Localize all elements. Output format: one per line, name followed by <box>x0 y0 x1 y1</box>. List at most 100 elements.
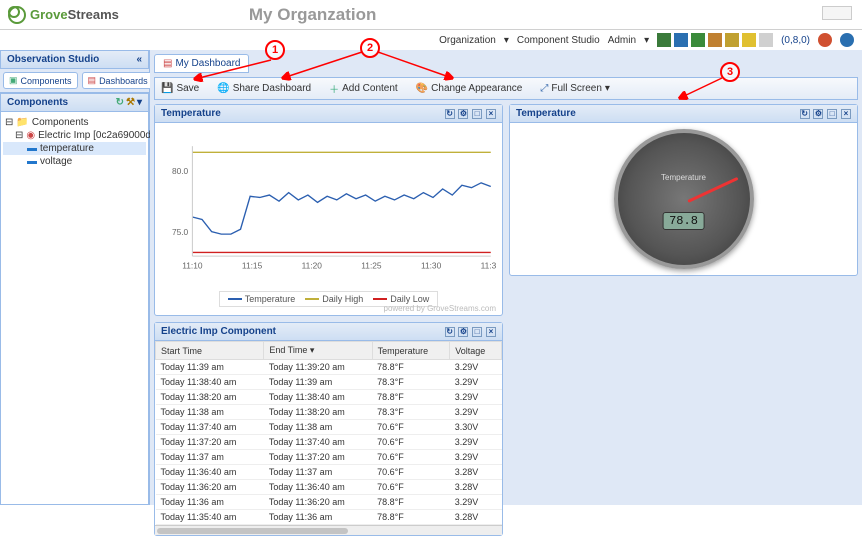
plus-icon: ＋ <box>329 81 339 96</box>
gear-icon[interactable]: ⚙ <box>458 109 468 119</box>
close-icon[interactable]: × <box>841 109 851 119</box>
stream-icon: ▬ <box>27 143 37 154</box>
stream-icon: ▬ <box>27 156 37 167</box>
collapse-icon[interactable]: ▾ <box>137 97 142 108</box>
table-row[interactable]: Today 11:37:40 amToday 11:38 am70.6°F3.3… <box>156 420 502 435</box>
dashboards-icon: ▤ <box>88 75 97 86</box>
menu-admin[interactable]: Admin <box>608 35 636 46</box>
alert-icon[interactable] <box>818 33 832 47</box>
palette-icon: 🎨 <box>416 83 428 94</box>
legend-daily-low: Daily Low <box>390 294 429 304</box>
save-button[interactable]: 💾Save <box>161 81 199 96</box>
folder-icon[interactable] <box>708 33 722 47</box>
share-button[interactable]: 🌐Share Dashboard <box>217 81 311 96</box>
refresh-icon[interactable]: ↻ <box>800 109 810 119</box>
gear-icon[interactable]: ⚙ <box>458 327 468 337</box>
globe-icon: 🌐 <box>217 83 229 94</box>
chevron-down-icon: ▾ <box>605 83 610 94</box>
table-row[interactable]: Today 11:37 amToday 11:37:20 am70.6°F3.2… <box>156 450 502 465</box>
notif-count[interactable]: (0,8,0) <box>781 35 810 46</box>
dashboard-toolbar: 💾Save 🌐Share Dashboard ＋Add Content 🎨Cha… <box>154 77 858 100</box>
table-row[interactable]: Today 11:36:20 amToday 11:36:40 am70.6°F… <box>156 480 502 495</box>
add-content-button[interactable]: ＋Add Content <box>329 81 398 96</box>
menu-organization[interactable]: Organization <box>439 35 496 46</box>
line-chart[interactable]: 75.080.011:1011:1511:2011:2511:3011:35 <box>161 129 496 289</box>
close-icon[interactable]: × <box>486 109 496 119</box>
fullscreen-button[interactable]: ⤢Full Screen▾ <box>540 81 610 96</box>
col-end[interactable]: End Time ▾ <box>264 342 372 360</box>
gear-icon[interactable]: ⚙ <box>813 109 823 119</box>
tree-voltage[interactable]: ▬voltage <box>3 155 146 168</box>
mail-icon[interactable] <box>759 33 773 47</box>
chart-icon[interactable] <box>691 33 705 47</box>
menu-component-studio[interactable]: Component Studio <box>517 35 600 46</box>
col-temp[interactable]: Temperature <box>372 342 450 360</box>
dashboard-tab[interactable]: ▤My Dashboard <box>154 54 249 73</box>
horizontal-scrollbar[interactable] <box>155 525 502 535</box>
tree-device[interactable]: ⊟◉Electric Imp [0c2a69000d34] <box>3 129 146 142</box>
chevron-down-icon: ▾ <box>504 35 509 46</box>
electric-imp-table-widget: Electric Imp Component ↻ ⚙ □ × Start Tim… <box>154 322 503 536</box>
user-dropdown[interactable] <box>822 6 852 20</box>
maximize-icon[interactable]: □ <box>472 109 482 119</box>
refresh-icon[interactable]: ↻ <box>445 109 455 119</box>
table-row[interactable]: Today 11:36:40 amToday 11:37 am70.6°F3.2… <box>156 465 502 480</box>
tools-icon[interactable] <box>725 33 739 47</box>
svg-text:11:25: 11:25 <box>361 261 382 271</box>
svg-text:11:20: 11:20 <box>302 261 323 271</box>
hammer-icon[interactable]: ⚒ <box>126 97 135 108</box>
gauge-widget-title: Temperature <box>516 108 576 119</box>
map-icon[interactable] <box>674 33 688 47</box>
help-icon[interactable] <box>840 33 854 47</box>
disk-icon: 💾 <box>161 83 173 94</box>
table-row[interactable]: Today 11:35:40 amToday 11:36 am78.8°F3.2… <box>156 510 502 525</box>
content-area: ▤My Dashboard 💾Save 🌐Share Dashboard ＋Ad… <box>150 50 862 505</box>
upload-icon[interactable] <box>657 33 671 47</box>
sort-desc-icon: ▾ <box>310 345 315 355</box>
minus-icon: ⊟ <box>15 130 23 141</box>
table-row[interactable]: Today 11:39 amToday 11:39:20 am78.8°F3.2… <box>156 360 502 375</box>
table-row[interactable]: Today 11:38:20 amToday 11:38:40 am78.8°F… <box>156 390 502 405</box>
org-title: My Organzation <box>249 5 377 25</box>
component-tree: ⊟📁Components ⊟◉Electric Imp [0c2a69000d3… <box>0 112 149 505</box>
tree-temperature[interactable]: ▬temperature <box>3 142 146 155</box>
components-icon: ▣ <box>9 75 18 86</box>
tab-components[interactable]: ▣Components <box>3 72 78 89</box>
table-row[interactable]: Today 11:38:40 amToday 11:39 am78.3°F3.2… <box>156 375 502 390</box>
maximize-icon[interactable]: □ <box>472 327 482 337</box>
col-start[interactable]: Start Time <box>156 342 264 360</box>
gauge-value: 78.8 <box>662 212 705 230</box>
obs-studio-title: Observation Studio <box>7 54 99 65</box>
appearance-button[interactable]: 🎨Change Appearance <box>416 81 523 96</box>
bolt-icon[interactable] <box>742 33 756 47</box>
maximize-icon[interactable]: □ <box>827 109 837 119</box>
tab-dashboards[interactable]: ▤Dashboards <box>82 72 154 89</box>
obs-studio-header: Observation Studio « <box>0 50 149 69</box>
table-row[interactable]: Today 11:36 amToday 11:36:20 am78.8°F3.2… <box>156 495 502 510</box>
components-title: Components <box>7 97 68 108</box>
col-volt[interactable]: Voltage <box>450 342 502 360</box>
refresh-icon[interactable]: ↻ <box>116 97 124 108</box>
minus-icon: ⊟ <box>5 117 13 128</box>
app-header: GroveStreams My Organzation <box>0 0 862 30</box>
tree-root[interactable]: ⊟📁Components <box>3 116 146 129</box>
temperature-chart-widget: Temperature ↻ ⚙ □ × 75.080.011:1011:1511… <box>154 104 503 316</box>
table-widget-title: Electric Imp Component <box>161 326 276 337</box>
components-header: Components ↻ ⚒ ▾ <box>0 93 149 112</box>
legend-temperature: Temperature <box>245 294 296 304</box>
svg-text:11:35: 11:35 <box>481 261 496 271</box>
collapse-icon[interactable]: « <box>136 54 142 65</box>
folder-icon: 📁 <box>16 117 28 128</box>
refresh-icon[interactable]: ↻ <box>445 327 455 337</box>
readings-table: Start Time End Time ▾ Temperature Voltag… <box>155 341 502 525</box>
svg-text:75.0: 75.0 <box>172 227 189 237</box>
table-row[interactable]: Today 11:38 amToday 11:38:20 am78.3°F3.2… <box>156 405 502 420</box>
chart-widget-title: Temperature <box>161 108 221 119</box>
logo-icon <box>8 6 26 24</box>
table-row[interactable]: Today 11:37:20 amToday 11:37:40 am70.6°F… <box>156 435 502 450</box>
close-icon[interactable]: × <box>486 327 496 337</box>
svg-text:80.0: 80.0 <box>172 166 189 176</box>
expand-icon: ⤢ <box>540 83 548 94</box>
top-menubar: Organization▾ Component Studio Admin▾ (0… <box>0 30 862 50</box>
legend-daily-high: Daily High <box>322 294 363 304</box>
